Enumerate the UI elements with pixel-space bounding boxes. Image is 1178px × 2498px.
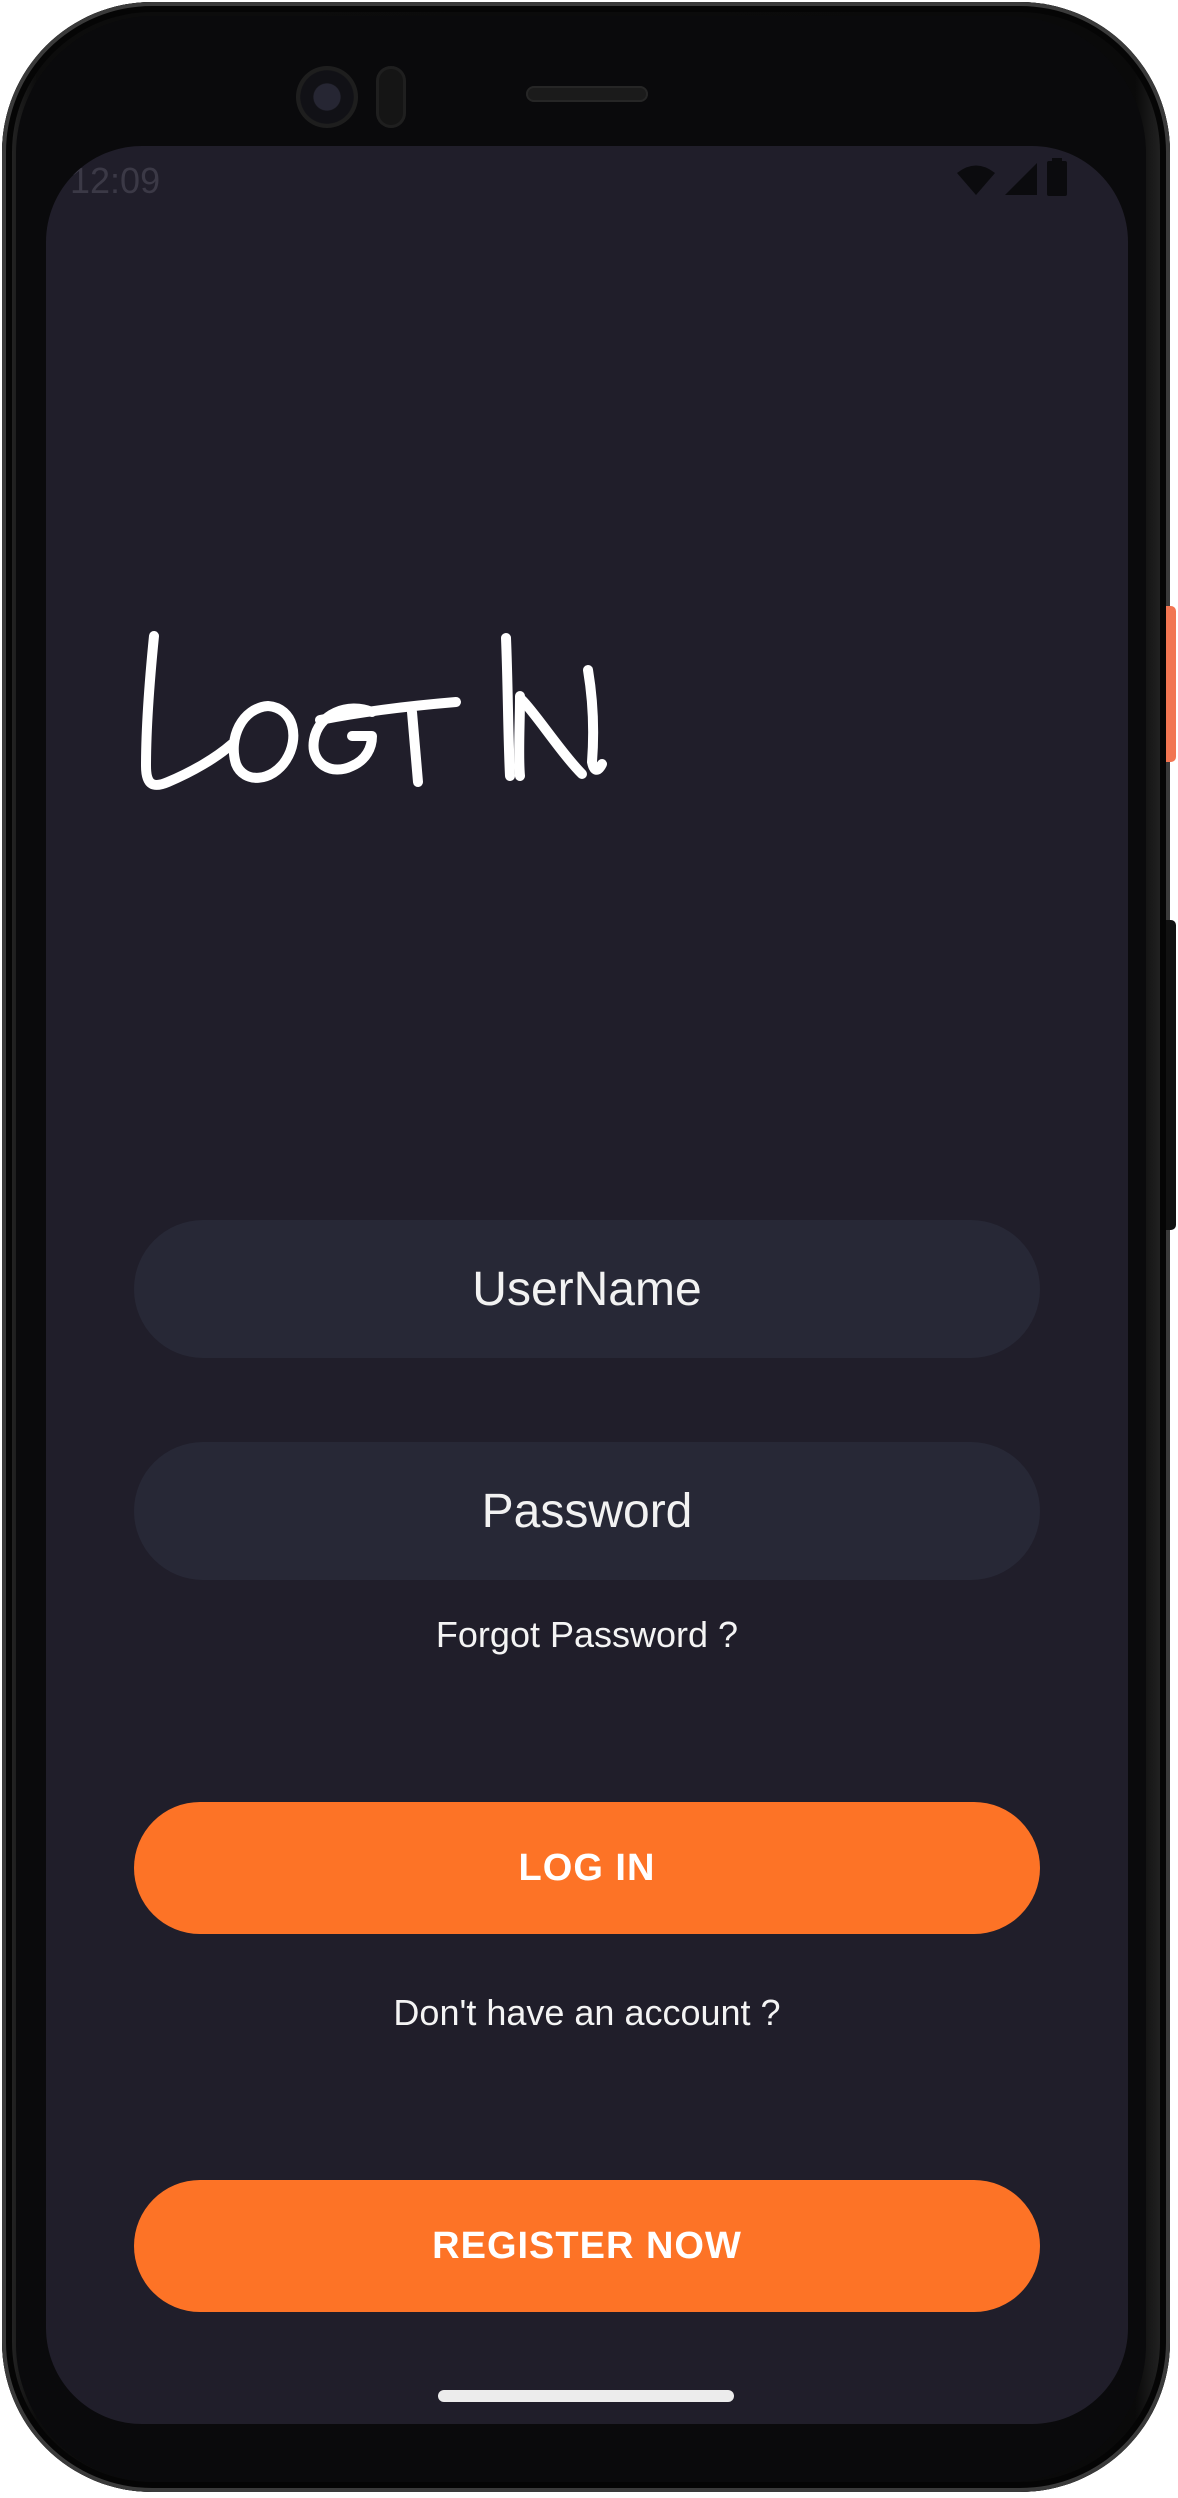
power-button bbox=[1166, 606, 1176, 762]
password-input[interactable] bbox=[134, 1442, 1040, 1580]
status-bar: 12:09 bbox=[46, 146, 1128, 210]
device-page: 12:09 UserName Forgot Password ? LOG IN … bbox=[0, 0, 1178, 2498]
battery-icon bbox=[1047, 158, 1067, 196]
forgot-password-link[interactable]: Forgot Password ? bbox=[46, 1614, 1128, 1656]
wifi-icon bbox=[957, 165, 995, 195]
cellular-signal-icon bbox=[1005, 163, 1037, 195]
username-input[interactable] bbox=[134, 1220, 1040, 1358]
login-heading bbox=[141, 631, 607, 790]
home-indicator[interactable] bbox=[438, 2390, 734, 2402]
sensor-icon bbox=[376, 66, 406, 128]
status-time: 12:09 bbox=[70, 160, 161, 201]
login-button[interactable]: LOG IN bbox=[134, 1802, 1040, 1934]
earpiece-speaker bbox=[526, 86, 648, 102]
no-account-text: Don't have an account ? bbox=[393, 1992, 781, 2033]
volume-button bbox=[1166, 920, 1176, 1230]
front-camera-icon bbox=[296, 66, 358, 128]
register-now-button[interactable]: REGISTER NOW bbox=[134, 2180, 1040, 2312]
app-screen: 12:09 UserName Forgot Password ? LOG IN … bbox=[46, 146, 1128, 2424]
status-icons bbox=[956, 158, 1068, 196]
